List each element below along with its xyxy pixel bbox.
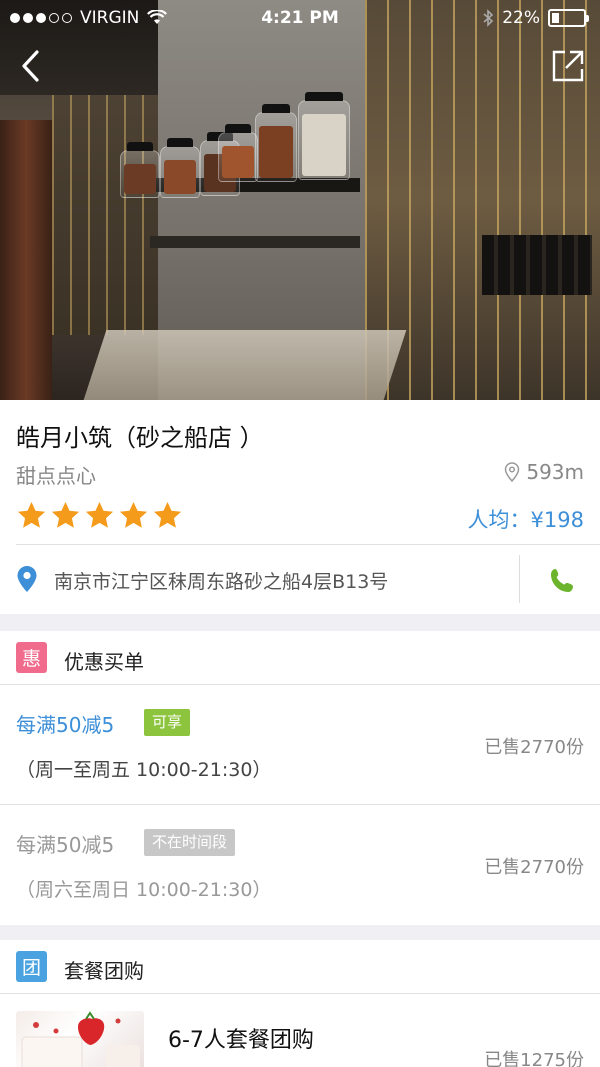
deal-status-tag: 可享 bbox=[144, 709, 191, 736]
deal-status-tag: 不在时间段 bbox=[144, 829, 236, 856]
discount-deal-item[interactable]: 每满50减5 可享 （周一至周五 10:00-21:30） 已售2770份 bbox=[0, 685, 600, 805]
phone-icon bbox=[551, 569, 573, 592]
discount-section: 惠 优惠买单 每满50减5 可享 （周一至周五 10:00-21:30） 已售2… bbox=[0, 631, 600, 925]
star-rating bbox=[16, 500, 183, 531]
battery-icon bbox=[548, 9, 589, 27]
share-button[interactable] bbox=[548, 46, 588, 86]
group-buy-section: 团 套餐团购 6-7人套餐团购 已售1275份 bbox=[0, 940, 600, 1067]
location-pin-outline-icon bbox=[505, 462, 520, 482]
deal-sold-count: 已售2770份 bbox=[484, 737, 584, 758]
group-buy-item[interactable]: 6-7人套餐团购 已售1275份 bbox=[0, 994, 600, 1067]
group-buy-section-title: 套餐团购 bbox=[64, 959, 144, 983]
deal-hours: （周一至周五 10:00-21:30） bbox=[16, 759, 272, 781]
deal-title: 每满50减5 bbox=[16, 713, 115, 737]
group-buy-thumbnail bbox=[16, 1011, 144, 1067]
share-icon bbox=[552, 50, 584, 82]
back-button[interactable] bbox=[10, 46, 50, 86]
star-icon bbox=[85, 501, 114, 528]
group-buy-title: 6-7人套餐团购 bbox=[168, 1028, 314, 1053]
deal-hours: （周六至周日 10:00-21:30） bbox=[16, 879, 272, 901]
discount-section-header: 惠 优惠买单 bbox=[0, 631, 600, 685]
store-distance: 593m bbox=[504, 460, 584, 484]
average-price: 人均：¥198 bbox=[467, 508, 584, 532]
group-buy-section-header: 团 套餐团购 bbox=[0, 940, 600, 994]
discount-section-title: 优惠买单 bbox=[64, 650, 144, 674]
store-info-card: 皓月小筑（砂之船店 ） 甜点点心 593m 人均：¥198 南京市江宁区秣周东路… bbox=[0, 400, 600, 614]
star-icon bbox=[153, 501, 182, 528]
battery-percent: 22% bbox=[502, 8, 540, 28]
store-hero-image bbox=[0, 0, 600, 400]
group-badge-icon: 团 bbox=[16, 951, 47, 982]
star-icon bbox=[51, 501, 80, 528]
discount-deal-item[interactable]: 每满50减5 不在时间段 （周六至周日 10:00-21:30） 已售2770份 bbox=[0, 805, 600, 925]
address-row[interactable]: 南京市江宁区秣周东路砂之船4层B13号 bbox=[0, 545, 600, 614]
star-icon bbox=[119, 501, 148, 528]
deal-title: 每满50减5 bbox=[16, 833, 115, 857]
store-address: 南京市江宁区秣周东路砂之船4层B13号 bbox=[54, 571, 389, 593]
store-category: 甜点点心 bbox=[16, 464, 96, 488]
store-name: 皓月小筑（砂之船店 ） bbox=[16, 424, 264, 452]
back-chevron-icon bbox=[22, 50, 39, 82]
bluetooth-icon bbox=[483, 9, 494, 27]
group-buy-sold-count: 已售1275份 bbox=[484, 1050, 584, 1067]
status-bar: VIRGIN 4:21 PM 22% bbox=[0, 0, 600, 40]
call-button[interactable] bbox=[540, 561, 584, 601]
deal-sold-count: 已售2770份 bbox=[484, 857, 584, 878]
discount-badge-icon: 惠 bbox=[16, 642, 47, 673]
location-pin-icon bbox=[17, 566, 37, 592]
star-icon bbox=[17, 501, 46, 528]
distance-value: 593m bbox=[526, 460, 584, 484]
